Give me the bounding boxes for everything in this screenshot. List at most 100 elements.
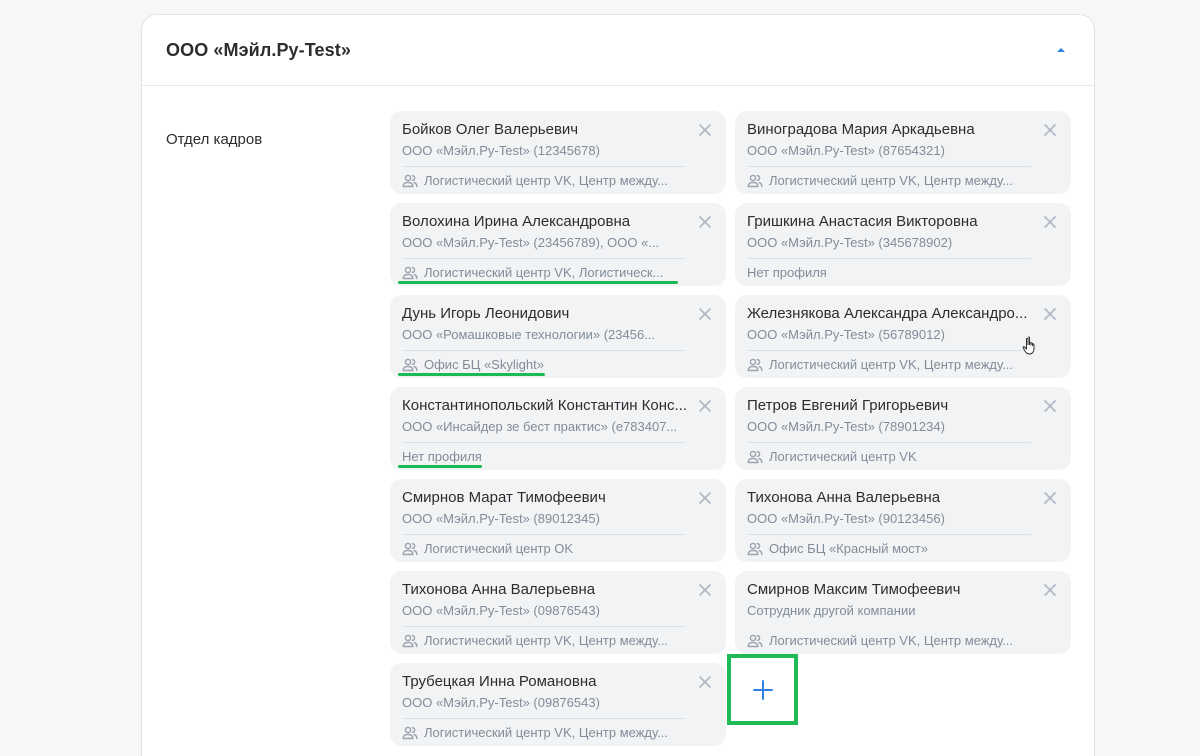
employee-card[interactable]: Смирнов Марат Тимофеевич ООО «Мэйл.Ру-Tes… <box>390 479 726 562</box>
employee-name: Дунь Игорь Леонидович <box>402 305 570 322</box>
profile-text: Логистический центр OK <box>424 541 574 556</box>
users-icon <box>402 541 418 557</box>
employee-organization: ООО «Мэйл.Ру-Test» (09876543) <box>402 694 686 719</box>
panel-title: ООО «Мэйл.Ру-Test» <box>166 39 351 60</box>
employee-name: Железнякова Александра Александро... <box>747 305 1028 322</box>
employee-card[interactable]: Бойков Олег Валерьевич ООО «Мэйл.Ру-Test»… <box>390 111 726 194</box>
employee-profile: Логистический центр VK, Центр между... <box>747 632 1037 650</box>
employee-organization: ООО «Мэйл.Ру-Test» (12345678) <box>402 142 686 167</box>
employee-profile: Офис БЦ «Красный мост» <box>747 540 1037 558</box>
employee-name: Смирнов Максим Тимофеевич <box>747 581 961 598</box>
close-icon[interactable] <box>1043 491 1057 505</box>
profile-text: Логистический центр VK <box>769 449 917 464</box>
employee-profile: Нет профиля <box>402 448 692 466</box>
employee-organization: ООО «Мэйл.Ру-Test» (89012345) <box>402 510 686 535</box>
employee-organization: ООО «Мэйл.Ру-Test» (23456789), ООО «... <box>402 234 686 259</box>
employee-name: Константинопольский Константин Конс... <box>402 397 688 414</box>
employee-organization: ООО «Мэйл.Ру-Test» (90123456) <box>747 510 1031 535</box>
hand-cursor-icon <box>1022 336 1040 356</box>
employee-card[interactable]: Смирнов Максим Тимофеевич Сотрудник друго… <box>735 571 1071 654</box>
employee-card[interactable]: Константинопольский Константин Конс... ОО… <box>390 387 726 470</box>
add-employee-button[interactable] <box>727 654 798 725</box>
employee-card[interactable]: Дунь Игорь Леонидович ООО «Ромашковые тех… <box>390 295 726 378</box>
panel-header[interactable]: ООО «Мэйл.Ру-Test» <box>142 15 1094 86</box>
employee-name: Бойков Олег Валерьевич <box>402 121 579 138</box>
highlight-underline <box>398 465 482 468</box>
profile-text: Логистический центр VK, Центр между... <box>769 633 1014 648</box>
profile-text: Офис БЦ «Skylight» <box>424 357 544 372</box>
employee-organization: Сотрудник другой компании <box>747 603 916 618</box>
profile-text: Логистический центр VK, Центр между... <box>769 173 1014 188</box>
users-icon <box>402 173 418 189</box>
employee-name: Смирнов Марат Тимофеевич <box>402 489 606 506</box>
employee-profile: Логистический центр OK <box>402 540 692 558</box>
employee-profile: Логистический центр VK, Центр между... <box>747 356 1037 374</box>
close-icon[interactable] <box>698 583 712 597</box>
employee-organization: ООО «Мэйл.Ру-Test» (345678902) <box>747 234 1031 259</box>
users-icon <box>747 173 763 189</box>
employee-profile: Логистический центр VK, Центр между... <box>402 172 692 190</box>
users-icon <box>747 541 763 557</box>
employee-organization: ООО «Мэйл.Ру-Test» (09876543) <box>402 602 686 627</box>
profile-text: Нет профиля <box>747 265 827 280</box>
close-icon[interactable] <box>698 123 712 137</box>
employee-name: Виноградова Мария Аркадьевна <box>747 121 975 138</box>
employee-organization: ООО «Мэйл.Ру-Test» (87654321) <box>747 142 1031 167</box>
employee-profile: Логистический центр VK <box>747 448 1037 466</box>
employee-profile: Логистический центр VK, Центр между... <box>402 724 692 742</box>
employee-organization: ООО «Инсайдер зе бест практис» (е783407.… <box>402 418 686 443</box>
employee-profile: Логистический центр VK, Центр между... <box>747 172 1037 190</box>
employee-organization: ООО «Ромашковые технологии» (23456... <box>402 326 686 351</box>
close-icon[interactable] <box>1043 215 1057 229</box>
employee-card[interactable]: Трубецкая Инна Романовна ООО «Мэйл.Ру-Tes… <box>390 663 726 746</box>
employee-name: Волохина Ирина Александровна <box>402 213 631 230</box>
close-icon[interactable] <box>698 399 712 413</box>
employee-name: Петров Евгений Григорьевич <box>747 397 949 414</box>
section-label: Отдел кадров <box>166 131 263 148</box>
employee-name: Тихонова Анна Валерьевна <box>747 489 941 506</box>
close-icon[interactable] <box>1043 307 1057 321</box>
employee-profile: Логистический центр VK, Центр между... <box>402 632 692 650</box>
employee-profile: Нет профиля <box>747 264 1037 282</box>
employee-name: Трубецкая Инна Романовна <box>402 673 597 690</box>
profile-text: Логистический центр VK, Центр между... <box>424 173 669 188</box>
chevron-up-icon[interactable] <box>1052 41 1070 59</box>
profile-text: Логистический центр VK, Логистическ... <box>424 265 664 280</box>
employee-profile: Логистический центр VK, Логистическ... <box>402 264 692 282</box>
employee-card[interactable]: Виноградова Мария Аркадьевна ООО «Мэйл.Ру… <box>735 111 1071 194</box>
close-icon[interactable] <box>698 491 712 505</box>
employee-card[interactable]: Волохина Ирина Александровна ООО «Мэйл.Ру… <box>390 203 726 286</box>
employee-organization: ООО «Мэйл.Ру-Test» (78901234) <box>747 418 1031 443</box>
organization-panel: ООО «Мэйл.Ру-Test» Отдел кадров Бойков О… <box>141 14 1095 756</box>
profile-text: Логистический центр VK, Центр между... <box>424 725 669 740</box>
employee-card[interactable]: Железнякова Александра Александро... ООО … <box>735 295 1071 378</box>
employee-organization: ООО «Мэйл.Ру-Test» (56789012) <box>747 326 1031 351</box>
profile-text: Офис БЦ «Красный мост» <box>769 541 928 556</box>
close-icon[interactable] <box>698 675 712 689</box>
profile-text: Логистический центр VK, Центр между... <box>769 357 1014 372</box>
employee-card[interactable]: Гришкина Анастасия Викторовна ООО «Мэйл.Р… <box>735 203 1071 286</box>
close-icon[interactable] <box>1043 583 1057 597</box>
highlight-underline <box>398 373 545 376</box>
plus-icon <box>752 679 773 700</box>
close-icon[interactable] <box>1043 123 1057 137</box>
users-icon <box>402 725 418 741</box>
employee-name: Гришкина Анастасия Викторовна <box>747 213 978 230</box>
profile-text: Нет профиля <box>402 449 482 464</box>
users-icon <box>747 633 763 649</box>
close-icon[interactable] <box>1043 399 1057 413</box>
employee-card[interactable]: Петров Евгений Григорьевич ООО «Мэйл.Ру-T… <box>735 387 1071 470</box>
employee-profile: Офис БЦ «Skylight» <box>402 356 692 374</box>
close-icon[interactable] <box>698 215 712 229</box>
users-icon <box>402 357 418 373</box>
users-icon <box>747 449 763 465</box>
close-icon[interactable] <box>698 307 712 321</box>
users-icon <box>747 357 763 373</box>
users-icon <box>402 265 418 281</box>
profile-text: Логистический центр VK, Центр между... <box>424 633 669 648</box>
employee-card[interactable]: Тихонова Анна Валерьевна ООО «Мэйл.Ру-Tes… <box>735 479 1071 562</box>
highlight-underline <box>398 281 678 284</box>
users-icon <box>402 633 418 649</box>
employee-card[interactable]: Тихонова Анна Валерьевна ООО «Мэйл.Ру-Tes… <box>390 571 726 654</box>
employee-name: Тихонова Анна Валерьевна <box>402 581 596 598</box>
